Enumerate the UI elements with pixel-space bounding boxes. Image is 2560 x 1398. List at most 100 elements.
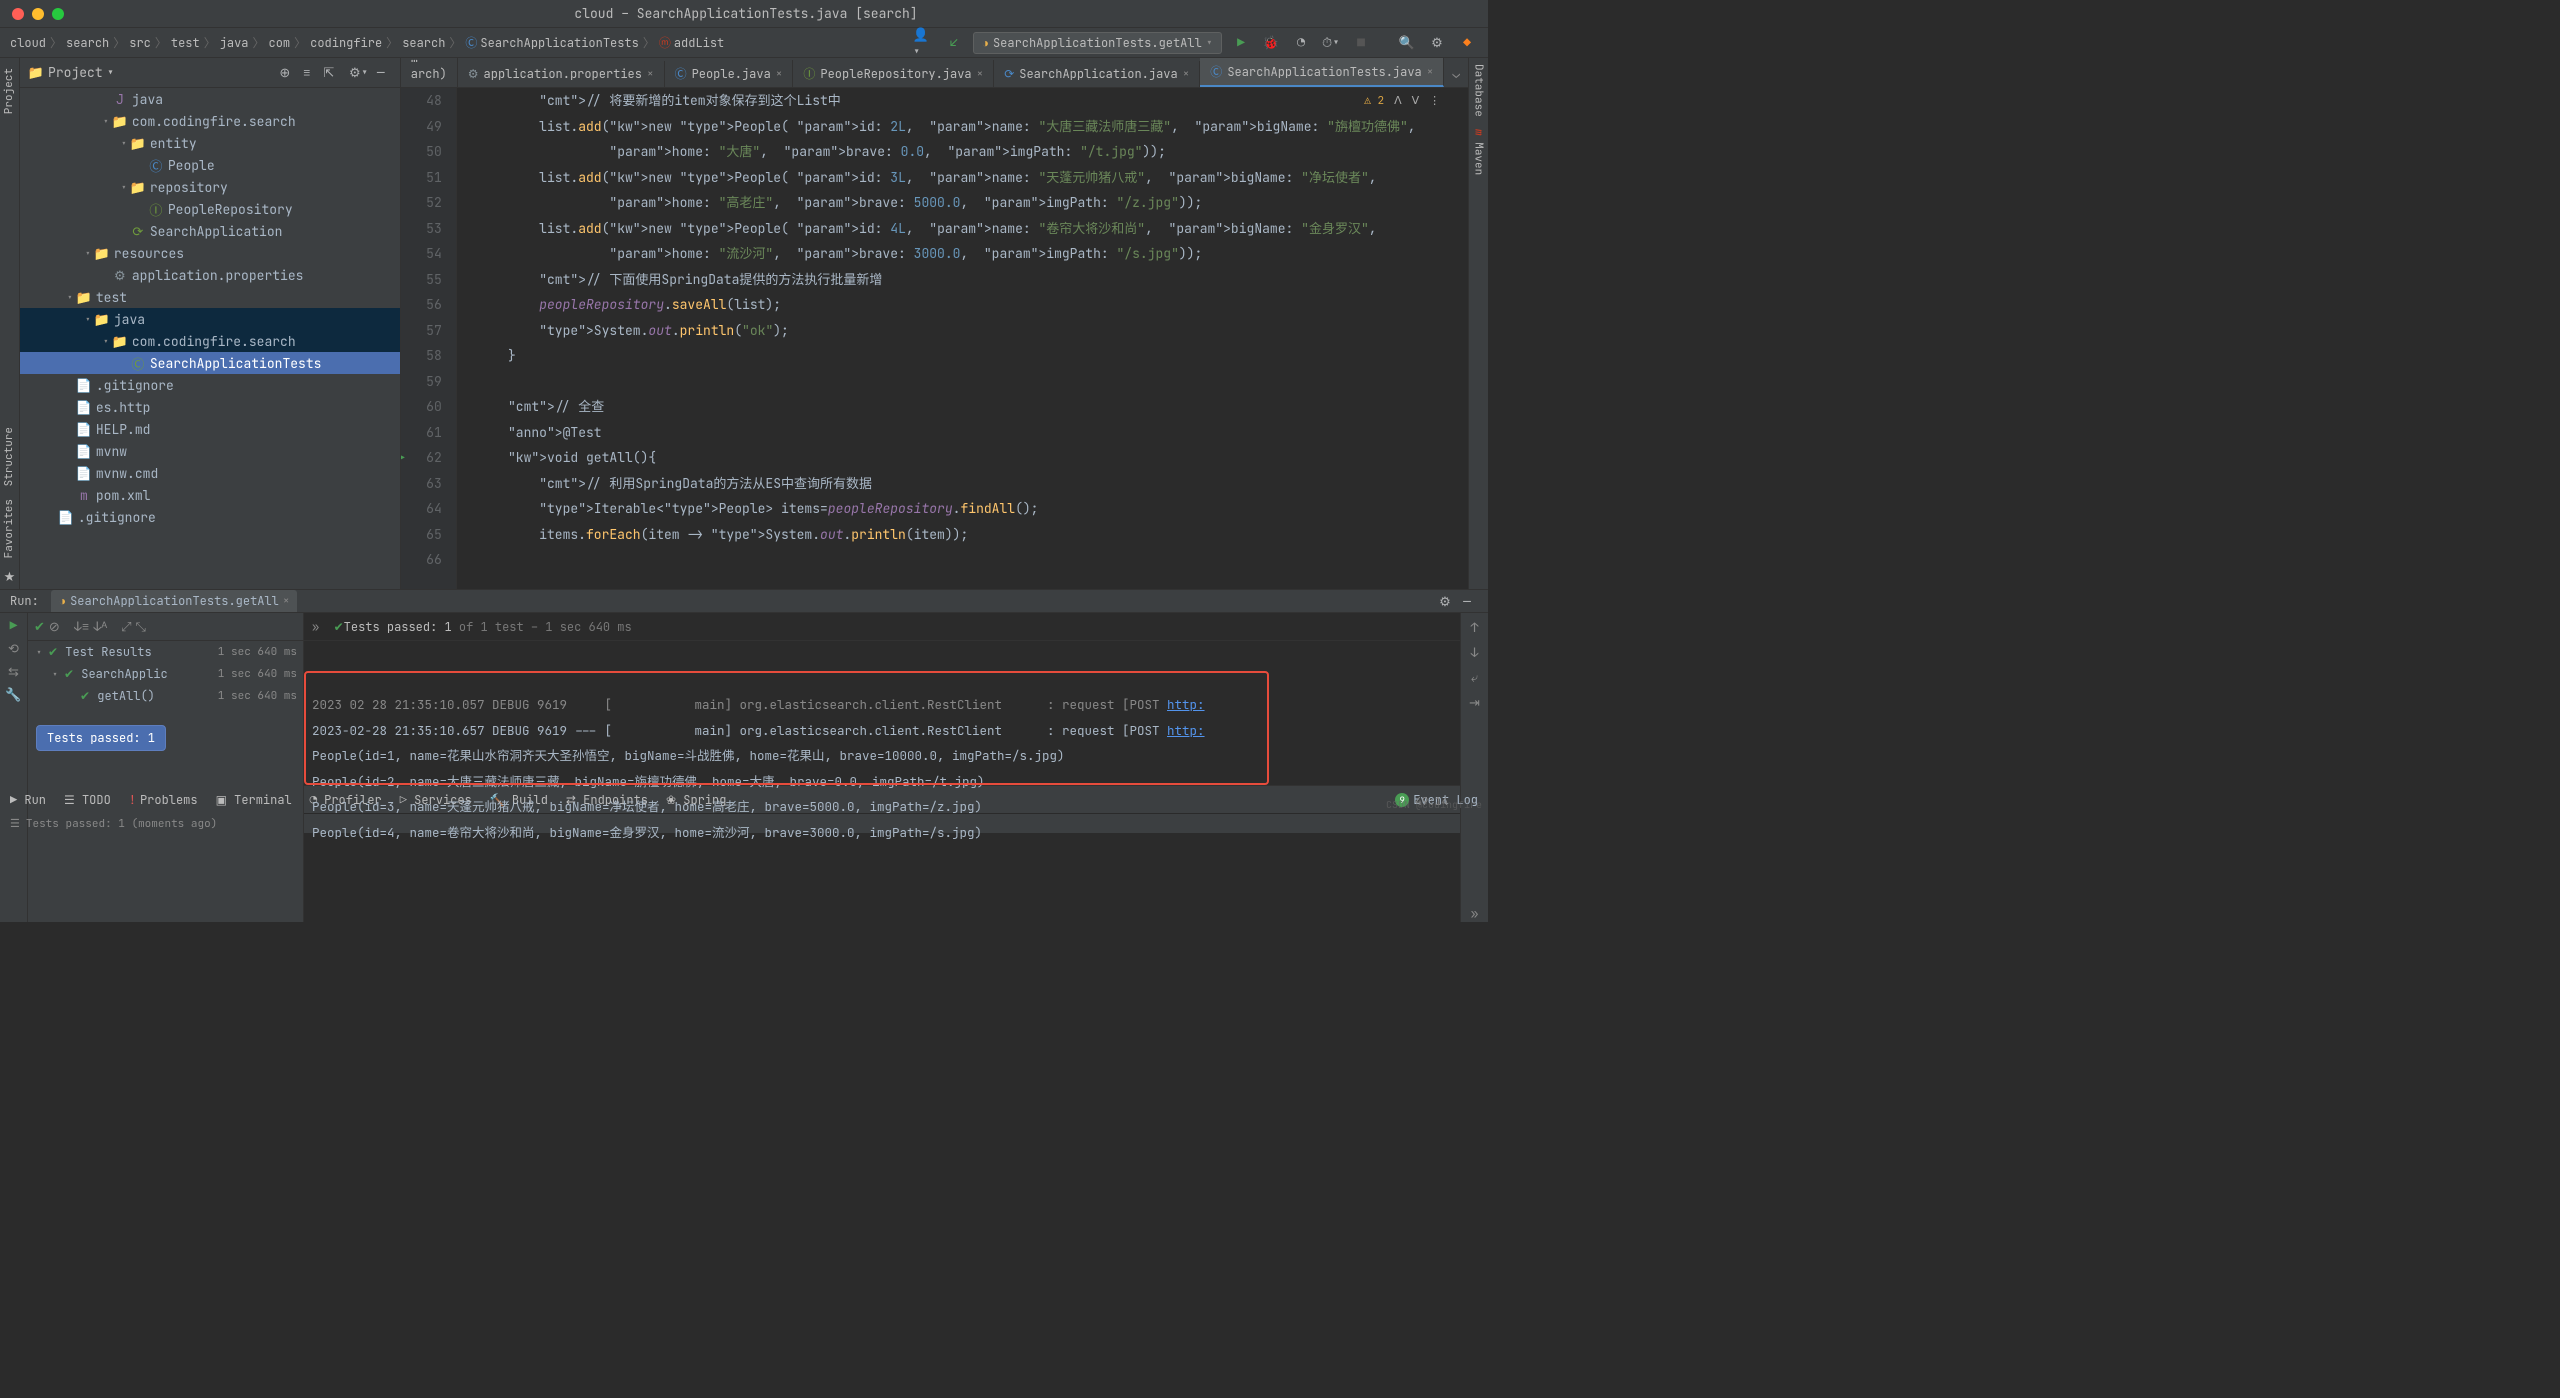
tree-row[interactable]: 📄.gitignore [20,374,400,396]
test-row[interactable]: ✔ getAll()1 sec 640 ms [28,685,303,707]
scroll-to-end-icon[interactable]: ⇥ [1469,694,1480,711]
editor-tab[interactable]: ⒾPeopleRepository.java× [793,60,994,87]
close-icon[interactable]: × [283,594,290,608]
hide-panel-icon[interactable]: — [370,62,392,84]
breadcrumb-item[interactable]: test [171,35,200,51]
debug-button[interactable]: 🐞 [1260,32,1282,54]
toggle-auto-icon[interactable]: ⇆ [8,663,19,680]
maximize-window[interactable] [52,8,64,20]
settings-icon[interactable]: ⚙ [1426,32,1448,54]
ide-logo-icon[interactable]: ◆ [1456,32,1478,54]
tree-row[interactable]: 📄mvnw.cmd [20,462,400,484]
breadcrumb-item[interactable]: ⓜ addList [659,34,724,51]
tree-row[interactable]: ⒾPeopleRepository [20,198,400,220]
tree-row[interactable]: ▾📁resources [20,242,400,264]
close-window[interactable] [12,8,24,20]
run-button[interactable]: ▶ [1230,32,1252,54]
rail-maven[interactable]: m Maven [1472,123,1486,181]
rerun-icon[interactable]: ▶ [10,617,18,634]
tree-row[interactable]: mpom.xml [20,484,400,506]
tree-row[interactable]: ⚙application.properties [20,264,400,286]
rerun-failed-icon[interactable]: ⟲ [8,640,19,657]
footer-run[interactable]: ▶ Run [10,792,46,808]
soft-wrap-icon[interactable]: ⤶ [1471,669,1478,686]
tree-row[interactable]: 📄es.http [20,396,400,418]
tree-row[interactable]: 📄mvnw [20,440,400,462]
footer-problems[interactable]: ! Problems [129,792,198,808]
tree-row[interactable]: ▾📁com.codingfire.search [20,330,400,352]
tree-row[interactable]: ⒸPeople [20,154,400,176]
editor-tab[interactable]: ⚙application.properties× [458,61,665,87]
tree-row[interactable]: ▾📁com.codingfire.search [20,110,400,132]
hide-run-icon[interactable]: — [1456,590,1478,612]
sort-icon[interactable]: ↓≡ [74,618,90,635]
breadcrumbs[interactable]: cloud〉search〉src〉test〉java〉com〉codingfir… [10,34,913,51]
wrench-icon[interactable]: 🔧 [5,686,21,703]
run-tab[interactable]: ◑ SearchApplicationTests.getAll × [51,590,298,612]
sort-alpha-icon[interactable]: ↓ᴬ [93,618,107,635]
footer-terminal[interactable]: ▣ Terminal [216,792,292,808]
footer-todo[interactable]: ☰ TODO [64,792,111,808]
tree-row[interactable]: 📄.gitignore [20,506,400,528]
close-tab-icon[interactable]: × [776,67,783,81]
tree-row[interactable]: Jjava [20,88,400,110]
editor-tabs[interactable]: …arch)⚙application.properties×ⒸPeople.ja… [401,58,1468,88]
breadcrumb-item[interactable]: src [129,35,151,51]
tree-row[interactable]: ▾📁java [20,308,400,330]
tree-row[interactable]: ▾📁entity [20,132,400,154]
collapse-all-icon[interactable]: ⇱ [318,62,340,84]
tree-row[interactable]: ▾📁repository [20,176,400,198]
tabs-dropdown-icon[interactable]: ⌄ [1444,60,1468,87]
expand-all-icon[interactable]: ≡ [296,62,318,84]
breadcrumb-item[interactable]: com [269,35,291,51]
rail-favorites[interactable]: Favorites [2,493,16,564]
close-tab-icon[interactable]: × [977,67,984,81]
scroll-down-icon[interactable]: ↓ [1471,644,1479,661]
search-icon[interactable]: 🔍 [1396,32,1418,54]
tree-row[interactable]: 📄HELP.md [20,418,400,440]
more-icon[interactable]: » [1471,905,1479,922]
console-output[interactable]: 2023 02 28 21:35:10.057 DEBUG 9619 [ mai… [304,641,1460,922]
close-tab-icon[interactable]: × [647,67,654,81]
close-tab-icon[interactable]: × [1183,67,1190,81]
code-area[interactable]: "cmt">// 将要新增的item对象保存到这个List中 list.add(… [457,88,1468,589]
rail-structure[interactable]: Structure [2,421,16,492]
tree-row[interactable]: ▾📁test [20,286,400,308]
project-header-label[interactable]: 📁 Project ▾ [28,64,274,81]
inspection-widget[interactable]: ⚠ 2 ᐱᐯ⋮ [1364,94,1440,108]
breadcrumb-item[interactable]: search [402,35,445,51]
expand-icon[interactable]: ⤢ [121,618,131,635]
editor-tab[interactable]: …arch) [401,58,458,87]
breadcrumb-item[interactable]: codingfire [310,35,382,51]
breadcrumb-item[interactable]: java [220,35,249,51]
ignored-filter-icon[interactable]: ⊘ [49,618,60,635]
close-tab-icon[interactable]: × [1427,65,1434,79]
profile-icon[interactable]: ⏱▾ [1320,32,1342,54]
test-row[interactable]: ▾✔ Test Results1 sec 640 ms [28,641,303,663]
coverage-icon[interactable]: ◔ [1290,32,1312,54]
tree-row[interactable]: ⒸSearchApplicationTests [20,352,400,374]
breadcrumb-item[interactable]: cloud [10,35,46,51]
editor-tab[interactable]: ⒸSearchApplicationTests.java× [1200,58,1444,87]
rail-database[interactable]: Database [1472,58,1486,123]
rail-project[interactable]: Project [2,62,16,120]
locate-icon[interactable]: ⊕ [274,62,296,84]
gutter[interactable]: 4849505152535455565758596061▶6263646566 [401,88,457,589]
editor-tab[interactable]: ⒸPeople.java× [665,60,794,87]
run-configuration[interactable]: ◑ SearchApplicationTests.getAll ▾ [973,32,1222,54]
user-icon[interactable]: 👤▾ [913,32,935,54]
passed-filter-icon[interactable]: ✔ [34,618,45,635]
settings-gear-icon[interactable]: ⚙▾ [348,62,370,84]
editor-tab[interactable]: ⟳SearchApplication.java× [994,61,1200,87]
test-tree[interactable]: ✔ ⊘ ↓≡ ↓ᴬ ⤢ ⤡ ▾✔ Test Results1 sec 640 m… [28,613,304,922]
project-tree[interactable]: Jjava▾📁com.codingfire.search▾📁entityⒸPeo… [20,88,400,589]
scroll-up-icon[interactable]: ↑ [1471,619,1479,636]
collapse-icon[interactable]: ⤡ [136,618,146,635]
breadcrumb-item[interactable]: search [66,35,109,51]
stop-icon[interactable]: ■ [1350,32,1372,54]
tree-row[interactable]: ⟳SearchApplication [20,220,400,242]
test-row[interactable]: ▾✔ SearchApplic1 sec 640 ms [28,663,303,685]
back-icon[interactable]: ↙ [943,32,965,54]
run-settings-icon[interactable]: ⚙ [1434,590,1456,612]
minimize-window[interactable] [32,8,44,20]
